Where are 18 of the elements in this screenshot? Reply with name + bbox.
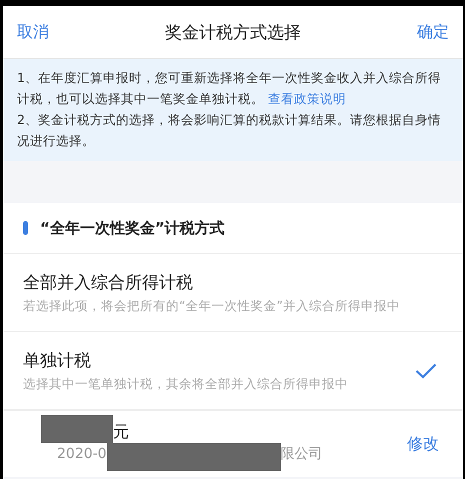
option-label: 单独计税 [23, 350, 92, 372]
option-description: 选择其中一笔单独计税，其余将全部并入综合所得申报中 [23, 376, 348, 392]
edit-button[interactable]: 修改 [407, 434, 439, 454]
page-title: 奖金计税方式选择 [165, 22, 301, 44]
bonus-amount: 元 [113, 422, 129, 443]
confirm-button[interactable]: 确定 [417, 22, 449, 42]
option-description: 若选择此项，将会把所有的“全年一次性奖金”并入综合所得申报中 [23, 298, 400, 314]
cancel-button[interactable]: 取消 [17, 22, 49, 42]
option-row[interactable]: 全部并入综合所得计税 若选择此项，将会把所有的“全年一次性奖金”并入综合所得申报中 [3, 254, 463, 332]
bonus-detail: 2020-0 [57, 446, 107, 462]
option-row[interactable]: 单独计税 选择其中一笔单独计税，其余将全部并入综合所得申报中 [3, 332, 463, 410]
notice-text: 1、在年度汇算申报时，您可重新选择将全年一次性奖金收入并入综合所得计税，也可以选择其中一笔奖金单独计税。 查看政策说明 [17, 69, 442, 108]
bonus-detail: 限公司 [280, 445, 323, 463]
accent-bar [23, 221, 28, 235]
policy-link[interactable]: 查看政策说明 [268, 91, 346, 106]
option-label: 全部并入综合所得计税 [23, 272, 194, 294]
notice-text: 2、奖金计税方式的选择，将会影响汇算的税款计算结果。请您根据自身情况进行选择。 [17, 111, 442, 150]
section-title: “全年一次性奖金”计税方式 [40, 218, 225, 238]
